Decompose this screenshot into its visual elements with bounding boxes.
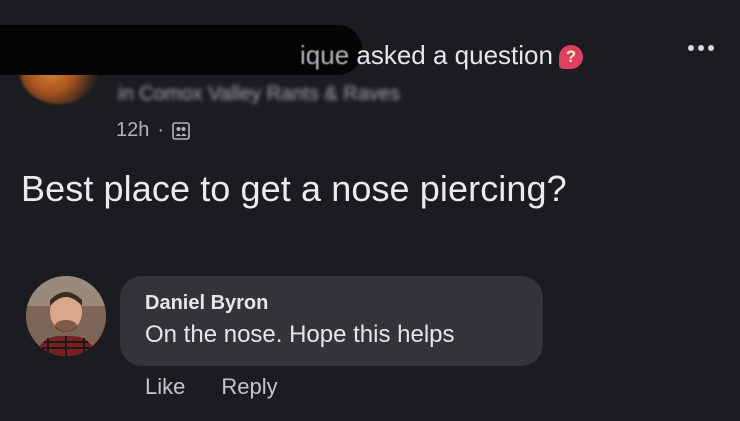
commenter-avatar[interactable] xyxy=(26,276,106,356)
author-name-fragment[interactable]: ique xyxy=(300,40,349,70)
more-options-icon[interactable] xyxy=(680,37,722,59)
comment-text: On the nose. Hope this helps xyxy=(145,321,455,348)
commenter-photo xyxy=(26,276,106,356)
reply-button[interactable]: Reply xyxy=(221,374,277,400)
post-header: ique asked a question? in Comox Valley R… xyxy=(0,0,740,160)
question-badge-icon: ? xyxy=(558,45,583,69)
like-button[interactable]: Like xyxy=(145,374,185,400)
group-name[interactable]: in Comox Valley Rants & Raves xyxy=(118,83,400,106)
comment-actions: Like Reply xyxy=(145,374,278,400)
post-headline: ique asked a question? xyxy=(300,40,583,71)
post-meta: 12h · xyxy=(116,119,190,142)
meta-separator: · xyxy=(157,119,165,141)
post-question: Best place to get a nose piercing? xyxy=(21,168,567,209)
group-members-icon xyxy=(172,121,190,140)
commenter-name[interactable]: Daniel Byron xyxy=(145,292,268,315)
timestamp[interactable]: 12h xyxy=(116,119,149,142)
comment-bubble: Daniel Byron On the nose. Hope this help… xyxy=(120,276,543,366)
action-text: asked a question xyxy=(349,40,553,70)
